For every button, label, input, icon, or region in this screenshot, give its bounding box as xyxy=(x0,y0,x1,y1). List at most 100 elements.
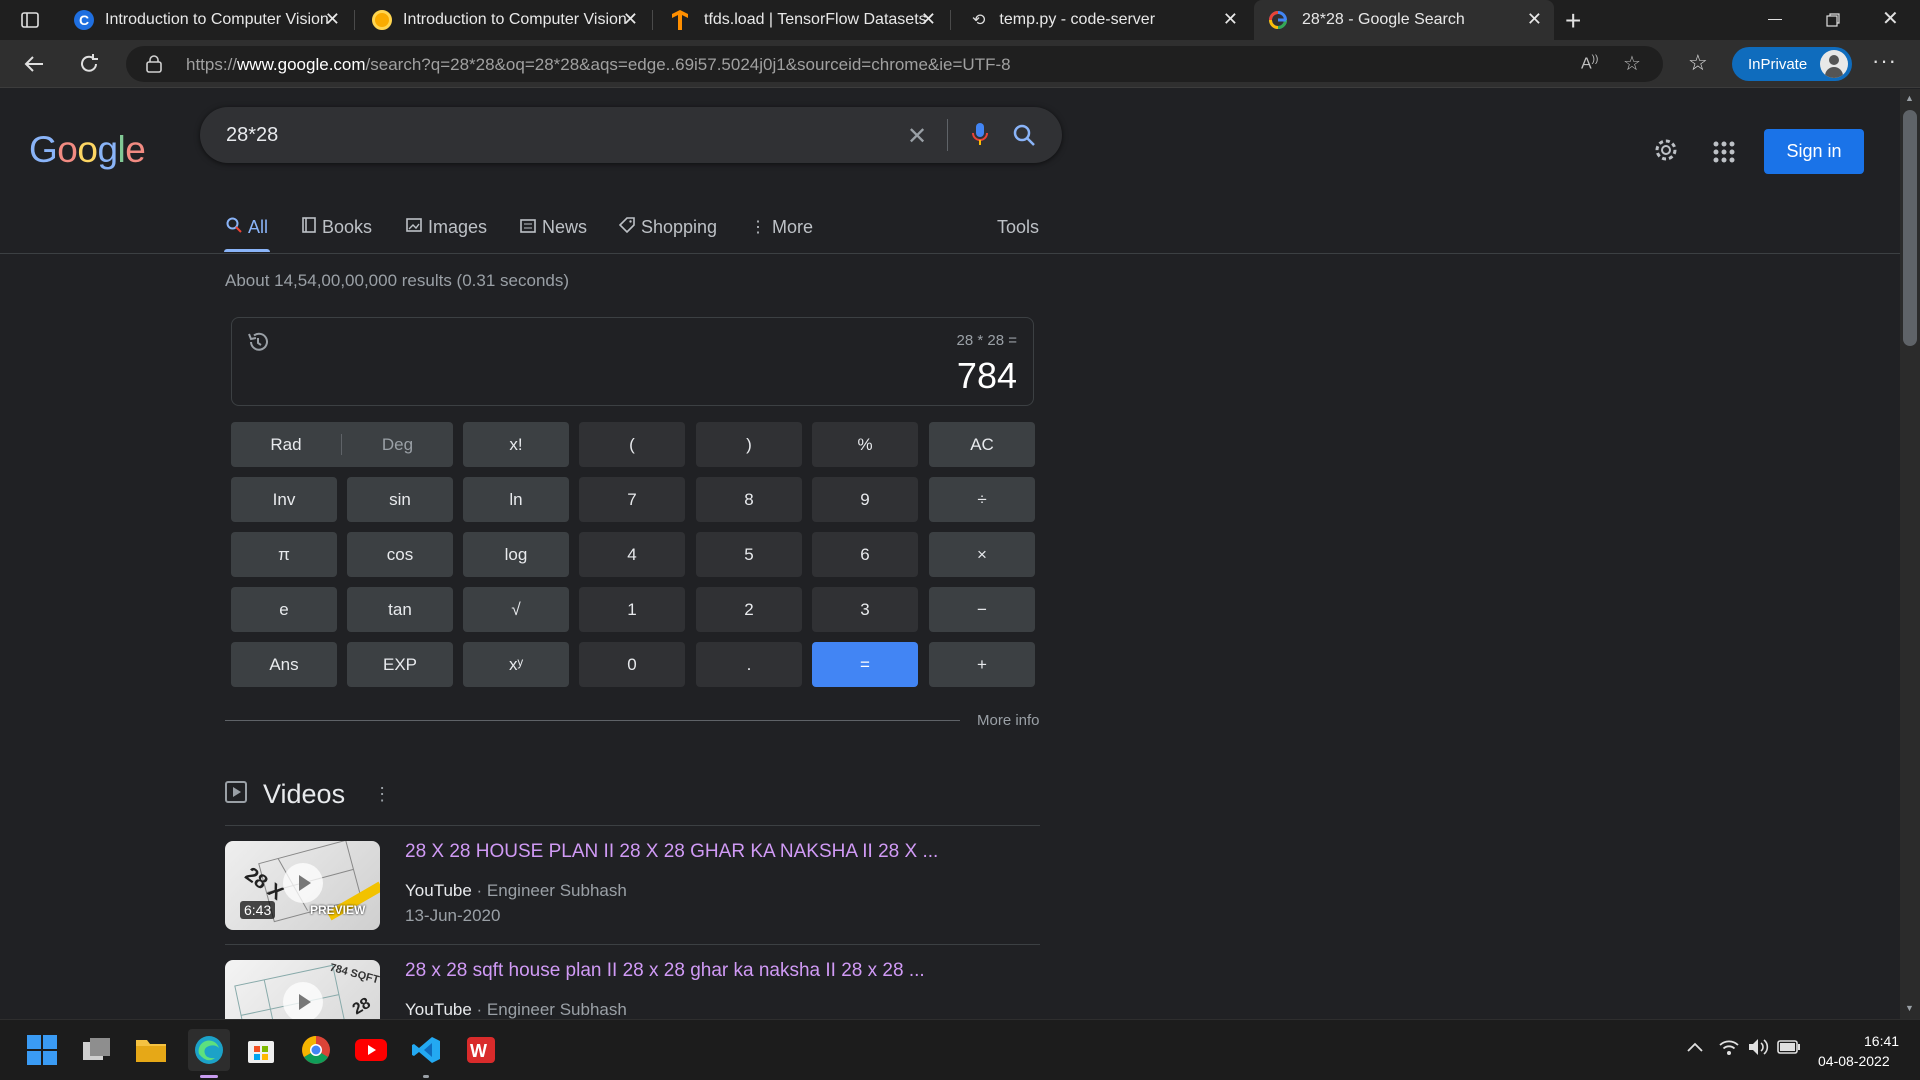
close-icon[interactable]: ✕ xyxy=(1223,9,1238,30)
percent-key[interactable]: % xyxy=(812,422,918,467)
decimal-key[interactable]: . xyxy=(696,642,802,687)
digit-5-key[interactable]: 5 xyxy=(696,532,802,577)
rad-key[interactable]: Rad xyxy=(231,435,341,455)
close-icon[interactable]: ✕ xyxy=(325,9,340,30)
microsoft-store-icon[interactable] xyxy=(243,1032,279,1068)
minimize-icon[interactable] xyxy=(1768,19,1782,20)
browser-tab[interactable]: ⟲ temp.py - code-server ✕ xyxy=(952,0,1250,40)
close-icon[interactable]: ✕ xyxy=(1527,9,1542,30)
digit-2-key[interactable]: 2 xyxy=(696,587,802,632)
deg-key[interactable]: Deg xyxy=(342,435,453,455)
history-icon[interactable] xyxy=(246,330,270,359)
chevron-up-icon[interactable] xyxy=(1686,1040,1704,1058)
read-aloud-icon[interactable]: A)) xyxy=(1581,54,1598,73)
search-icon[interactable] xyxy=(1012,123,1036,152)
digit-8-key[interactable]: 8 xyxy=(696,477,802,522)
more-vert-icon[interactable]: ⋮ xyxy=(373,784,391,805)
google-logo[interactable]: Google xyxy=(29,129,146,171)
add-key[interactable]: + xyxy=(929,642,1035,687)
browser-tab-active[interactable]: 28*28 - Google Search ✕ xyxy=(1254,0,1554,40)
tab-actions-icon[interactable] xyxy=(20,10,40,30)
browser-tab[interactable]: Introduction to Computer Vision ✕ xyxy=(356,0,650,40)
ln-key[interactable]: ln xyxy=(463,477,569,522)
file-explorer-icon[interactable] xyxy=(133,1032,169,1068)
tab-news[interactable]: News xyxy=(520,217,587,238)
exp-key[interactable]: EXP xyxy=(347,642,453,687)
clock-time[interactable]: 16:41 xyxy=(1864,1033,1899,1049)
url-text[interactable]: https://www.google.com/search?q=28*28&oq… xyxy=(186,55,1011,75)
digit-4-key[interactable]: 4 xyxy=(579,532,685,577)
browser-tab[interactable]: C Introduction to Computer Vision ✕ xyxy=(58,0,352,40)
log-key[interactable]: log xyxy=(463,532,569,577)
inprivate-button[interactable]: InPrivate xyxy=(1732,47,1852,81)
search-box[interactable]: 28*28 ✕ xyxy=(200,107,1062,163)
gear-icon[interactable] xyxy=(1653,137,1679,168)
tab-shopping[interactable]: Shopping xyxy=(618,217,717,238)
digit-3-key[interactable]: 3 xyxy=(812,587,918,632)
pi-key[interactable]: π xyxy=(231,532,337,577)
subtract-key[interactable]: − xyxy=(929,587,1035,632)
video-thumbnail[interactable]: 784 SQFT 28 xyxy=(225,960,380,1019)
digit-7-key[interactable]: 7 xyxy=(579,477,685,522)
task-view-icon[interactable] xyxy=(79,1032,115,1068)
microphone-icon[interactable] xyxy=(970,121,990,154)
open-paren-key[interactable]: ( xyxy=(579,422,685,467)
power-key[interactable]: xʸ xyxy=(463,642,569,687)
answer-key[interactable]: Ans xyxy=(231,642,337,687)
digit-9-key[interactable]: 9 xyxy=(812,477,918,522)
lock-icon[interactable] xyxy=(146,55,162,78)
volume-icon[interactable] xyxy=(1747,1037,1769,1062)
close-window-icon[interactable]: ✕ xyxy=(1882,6,1899,31)
tab-all[interactable]: All xyxy=(226,217,268,238)
all-clear-key[interactable]: AC xyxy=(929,422,1035,467)
windows-start-icon[interactable] xyxy=(24,1032,60,1068)
video-title-link[interactable]: 28 X 28 HOUSE PLAN II 28 X 28 GHAR KA NA… xyxy=(405,841,938,863)
e-key[interactable]: e xyxy=(231,587,337,632)
edge-browser-icon[interactable] xyxy=(188,1029,230,1071)
tan-key[interactable]: tan xyxy=(347,587,453,632)
digit-0-key[interactable]: 0 xyxy=(579,642,685,687)
sqrt-key[interactable]: √ xyxy=(463,587,569,632)
new-tab-icon[interactable]: + xyxy=(1565,5,1581,37)
tools-button[interactable]: Tools xyxy=(997,217,1039,238)
cos-key[interactable]: cos xyxy=(347,532,453,577)
inverse-key[interactable]: Inv xyxy=(231,477,337,522)
chrome-icon[interactable] xyxy=(298,1032,334,1068)
clear-search-icon[interactable]: ✕ xyxy=(907,122,927,151)
rad-deg-toggle[interactable]: Rad Deg xyxy=(231,422,453,467)
vscode-icon[interactable] xyxy=(408,1032,444,1068)
back-arrow-icon[interactable] xyxy=(22,52,46,81)
close-icon[interactable]: ✕ xyxy=(921,9,936,30)
add-favorite-icon[interactable]: ☆ xyxy=(1623,51,1641,76)
tab-more[interactable]: ⋮ More xyxy=(750,217,813,238)
wps-office-icon[interactable]: W xyxy=(463,1032,499,1068)
video-thumbnail[interactable]: 28 X 6:43 PREVIEW xyxy=(225,841,380,930)
apps-grid-icon[interactable] xyxy=(1713,141,1735,168)
tab-books[interactable]: Books xyxy=(302,217,372,238)
scrollbar-thumb[interactable] xyxy=(1903,110,1917,346)
scroll-up-arrow-icon[interactable]: ▲ xyxy=(1905,93,1914,103)
sin-key[interactable]: sin xyxy=(347,477,453,522)
video-title-link[interactable]: 28 x 28 sqft house plan II 28 x 28 ghar … xyxy=(405,960,925,982)
tab-images[interactable]: Images xyxy=(406,217,487,238)
scroll-down-arrow-icon[interactable]: ▼ xyxy=(1905,1003,1914,1013)
battery-icon[interactable] xyxy=(1777,1039,1801,1060)
search-input[interactable]: 28*28 xyxy=(226,124,278,147)
digit-6-key[interactable]: 6 xyxy=(812,532,918,577)
favorites-icon[interactable]: ☆ xyxy=(1688,50,1708,76)
multiply-key[interactable]: × xyxy=(929,532,1035,577)
address-bar[interactable]: https://www.google.com/search?q=28*28&oq… xyxy=(126,46,1663,82)
more-info-link[interactable]: More info xyxy=(977,712,1040,729)
youtube-icon[interactable] xyxy=(353,1032,389,1068)
clock-date[interactable]: 04-08-2022 xyxy=(1818,1053,1890,1069)
sign-in-button[interactable]: Sign in xyxy=(1764,129,1864,174)
wifi-icon[interactable] xyxy=(1718,1038,1740,1061)
digit-1-key[interactable]: 1 xyxy=(579,587,685,632)
browser-tab[interactable]: tfds.load | TensorFlow Datasets ✕ xyxy=(654,0,948,40)
restore-icon[interactable] xyxy=(1826,13,1840,27)
equals-key[interactable]: = xyxy=(812,642,918,687)
refresh-icon[interactable] xyxy=(77,52,101,81)
divide-key[interactable]: ÷ xyxy=(929,477,1035,522)
factorial-key[interactable]: x! xyxy=(463,422,569,467)
settings-more-icon[interactable]: ··· xyxy=(1872,48,1897,74)
